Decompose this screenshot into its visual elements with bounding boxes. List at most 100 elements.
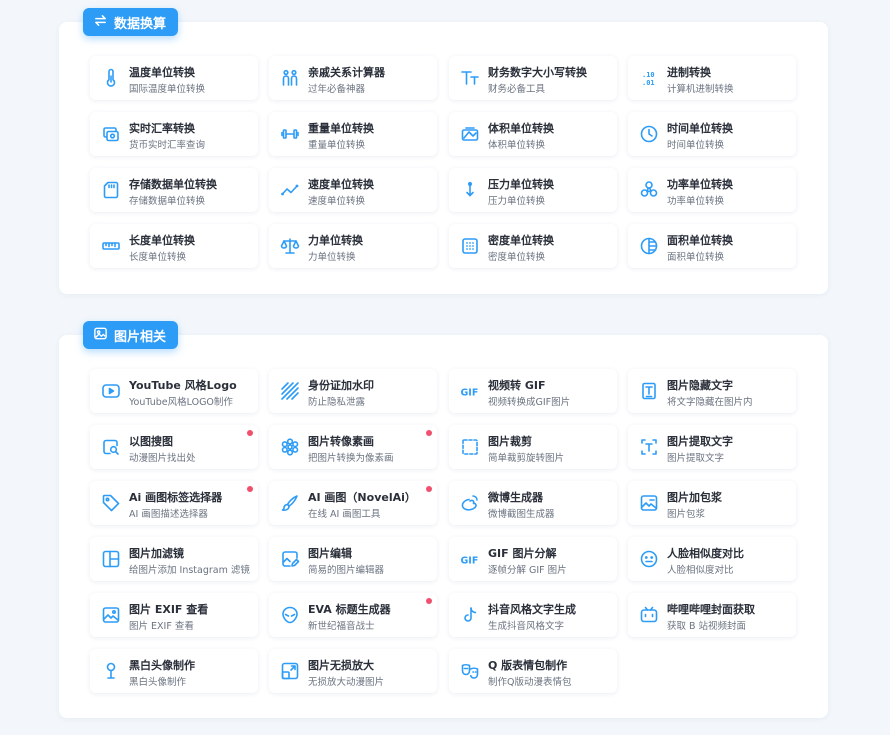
tool-card[interactable]: GIF 视频转 GIF 视频转换成GIF图片 <box>449 369 617 413</box>
enlarge-icon <box>279 660 301 682</box>
tool-card[interactable]: 面积单位转换 面积单位转换 <box>628 224 796 268</box>
tool-card-subtitle: 生成抖音风格文字 <box>488 621 565 632</box>
alien-icon <box>279 604 301 626</box>
tool-card[interactable]: Q 版表情包制作 制作Q版动漫表情包 <box>449 649 617 693</box>
masks-icon <box>459 660 481 682</box>
play-icon <box>100 380 122 402</box>
tool-card[interactable]: 图片加滤镜 给图片添加 Instagram 滤镜 <box>90 537 258 581</box>
tool-card-subtitle: 简易的图片编辑器 <box>308 565 385 576</box>
family-icon <box>279 67 301 89</box>
layout-icon <box>100 548 122 570</box>
tool-card-subtitle: 图片包浆 <box>667 509 706 520</box>
tool-card[interactable]: 重量单位转换 重量单位转换 <box>269 112 437 156</box>
tool-card[interactable]: 密度单位转换 密度单位转换 <box>449 224 617 268</box>
tool-card[interactable]: 图片提取文字 图片提取文字 <box>628 425 796 469</box>
text-extract-icon <box>638 436 660 458</box>
tool-card-subtitle: 逐帧分解 GIF 图片 <box>488 565 567 576</box>
tool-card[interactable]: 亲戚关系计算器 过年必备神器 <box>269 56 437 100</box>
tool-card-title: AI 画图（NovelAi） <box>308 491 416 504</box>
tool-card-subtitle: 功率单位转换 <box>667 196 725 207</box>
pressure-icon <box>459 179 481 201</box>
clock-icon <box>638 123 660 145</box>
gif-icon: GIF <box>459 380 481 402</box>
face-icon <box>638 548 660 570</box>
tool-card-title: 图片无损放大 <box>308 659 374 672</box>
tool-card-title: 进制转换 <box>667 66 711 79</box>
area-circle-icon <box>638 235 660 257</box>
tool-card-subtitle: 计算机进制转换 <box>667 84 734 95</box>
tool-card[interactable]: 微博生成器微博截图生成器 <box>449 481 617 525</box>
tool-card[interactable]: 人脸相似度对比 人脸相似度对比 <box>628 537 796 581</box>
tool-card-subtitle: 视频转换成GIF图片 <box>488 397 571 408</box>
tool-card-subtitle: 新世纪福音战士 <box>308 621 375 632</box>
currency-icon <box>100 123 122 145</box>
volume-icon <box>459 123 481 145</box>
new-indicator-dot <box>426 486 432 492</box>
tool-card-title: 图片隐藏文字 <box>667 379 733 392</box>
tool-card-title: 亲戚关系计算器 <box>308 66 385 79</box>
tool-card[interactable]: 温度单位转换 国际温度单位转换 <box>90 56 258 100</box>
tool-card-subtitle: 体积单位转换 <box>488 140 546 151</box>
tool-card[interactable]: 图片加包浆 图片包浆 <box>628 481 796 525</box>
tool-card[interactable]: 抖音风格文字生成 生成抖音风格文字 <box>449 593 617 637</box>
tool-card-title: 微博生成器 <box>488 491 543 504</box>
tool-card-subtitle: AI 画图描述选择器 <box>129 509 208 520</box>
tool-card-title: 时间单位转换 <box>667 122 733 135</box>
section-badge-image: 图片相关 <box>83 321 179 349</box>
tool-card[interactable]: 财务数字大小写转换 财务必备工具 <box>449 56 617 100</box>
tool-card[interactable]: 哔哩哔哩封面获取 获取 B 站视频封面 <box>628 593 796 637</box>
tool-card-subtitle: 过年必备神器 <box>308 84 366 95</box>
tool-card[interactable]: 压力单位转换 压力单位转换 <box>449 168 617 212</box>
tool-card[interactable]: Ai 画图标签选择器 AI 画图描述选择器 <box>90 481 258 525</box>
section-image: YouTube 风格Logo YouTube风格LOGO制作 身份证加水印 防止隐私泄… <box>59 335 828 718</box>
tool-card[interactable]: 身份证加水印 防止隐私泄露 <box>269 369 437 413</box>
tool-card-subtitle: 在线 AI 画图工具 <box>308 509 381 520</box>
tool-card[interactable]: 速度单位转换 速度单位转换 <box>269 168 437 212</box>
new-indicator-dot <box>247 430 253 436</box>
tool-card[interactable]: 力单位转换 力单位转换 <box>269 224 437 268</box>
swap-icon <box>93 13 108 32</box>
tool-card-title: 抖音风格文字生成 <box>488 603 576 616</box>
tool-card[interactable]: 存储数据单位转换 存储数据单位转换 <box>90 168 258 212</box>
tool-card-title: 以图搜图 <box>129 435 173 448</box>
brush-icon <box>279 492 301 514</box>
tool-card-title: 体积单位转换 <box>488 122 554 135</box>
new-indicator-dot <box>426 430 432 436</box>
fan-icon <box>638 179 660 201</box>
tool-card[interactable]: 实时汇率转换 货币实时汇率查询 <box>90 112 258 156</box>
tool-card-subtitle: 图片 EXIF 查看 <box>129 621 194 632</box>
tool-card-subtitle: 制作Q版动漫表情包 <box>488 677 572 688</box>
tool-card[interactable]: AI 画图（NovelAi） 在线 AI 画图工具 <box>269 481 437 525</box>
tool-card-title: Q 版表情包制作 <box>488 659 568 672</box>
tool-card[interactable]: 长度单位转换 长度单位转换 <box>90 224 258 268</box>
tool-card[interactable]: 时间单位转换 时间单位转换 <box>628 112 796 156</box>
tool-card[interactable]: .10.01 进制转换计算机进制转换 <box>628 56 796 100</box>
tool-card[interactable]: YouTube 风格Logo YouTube风格LOGO制作 <box>90 369 258 413</box>
tool-card-title: 重量单位转换 <box>308 122 374 135</box>
tool-card[interactable]: 图片 EXIF 查看 图片 EXIF 查看 <box>90 593 258 637</box>
image-pen-icon <box>279 548 301 570</box>
tool-card-title: 图片转像素画 <box>308 435 374 448</box>
tool-card-title: EVA 标题生成器 <box>308 603 391 616</box>
tool-card[interactable]: 图片裁剪 简单裁剪旋转图片 <box>449 425 617 469</box>
tool-card[interactable]: 体积单位转换 体积单位转换 <box>449 112 617 156</box>
tool-card[interactable]: 以图搜图 动漫图片找出处 <box>90 425 258 469</box>
tool-card[interactable]: 图片隐藏文字 将文字隐藏在图片内 <box>628 369 796 413</box>
tool-card-title: 温度单位转换 <box>129 66 195 79</box>
tool-card[interactable]: 图片无损放大 无损放大动漫图片 <box>269 649 437 693</box>
tool-card[interactable]: 黑白头像制作 黑白头像制作 <box>90 649 258 693</box>
bilibili-icon <box>638 604 660 626</box>
tool-card-subtitle: 微博截图生成器 <box>488 509 555 520</box>
watermark-icon <box>279 380 301 402</box>
tool-card[interactable]: 图片编辑 简易的图片编辑器 <box>269 537 437 581</box>
tool-card-subtitle: 时间单位转换 <box>667 140 725 151</box>
binary-icon: .10.01 <box>638 67 660 89</box>
tool-card[interactable]: EVA 标题生成器 新世纪福音战士 <box>269 593 437 637</box>
trend-line-icon <box>279 179 301 201</box>
tool-card[interactable]: 功率单位转换 功率单位转换 <box>628 168 796 212</box>
section-data-convert: 温度单位转换 国际温度单位转换 亲戚关系计算器 过年必备神器 财务数字大小写转换 财务必备… <box>59 22 828 294</box>
tool-card-subtitle: 重量单位转换 <box>308 140 366 151</box>
tool-card[interactable]: 图片转像素画 把图片转换为像素画 <box>269 425 437 469</box>
tool-card-subtitle: 人脸相似度对比 <box>667 565 734 576</box>
tool-card[interactable]: GIF GIF 图片分解 逐帧分解 GIF 图片 <box>449 537 617 581</box>
